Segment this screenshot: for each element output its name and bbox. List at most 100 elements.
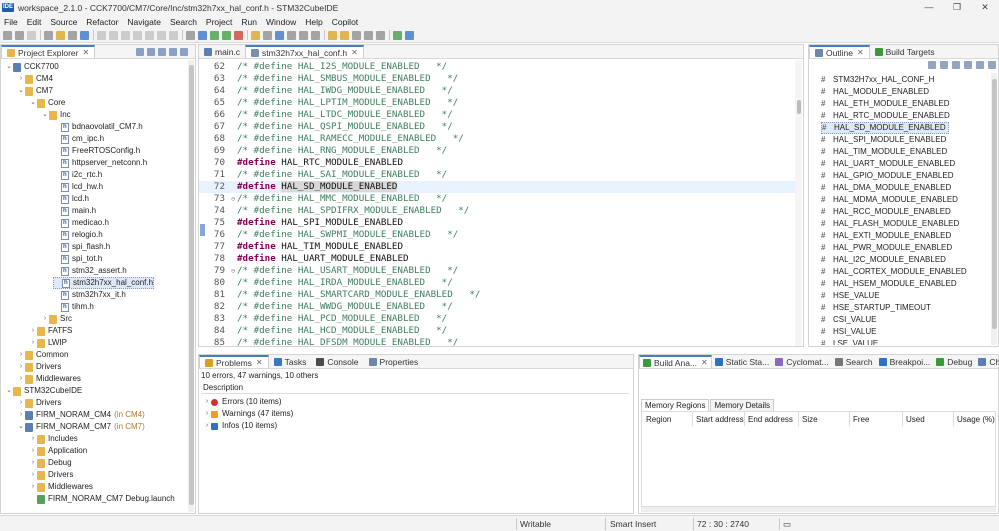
- tree-item[interactable]: › CM4: [17, 73, 53, 85]
- chevron-right-icon[interactable]: ›: [17, 409, 25, 421]
- debug-config-icon[interactable]: [80, 30, 89, 40]
- chevron-right-icon[interactable]: ›: [29, 445, 37, 457]
- tree-item[interactable]: ⌄ CM7: [17, 85, 53, 97]
- sort-icon[interactable]: [928, 61, 936, 69]
- close-icon[interactable]: ✕: [351, 48, 358, 57]
- code-line[interactable]: 65 /* #define HAL_LPTIM_MODULE_ENABLED */: [199, 97, 797, 109]
- chevron-right-icon[interactable]: ›: [29, 325, 37, 337]
- chevron-right-icon[interactable]: ›: [29, 469, 37, 481]
- menu-navigate[interactable]: Navigate: [127, 17, 161, 27]
- outline-item[interactable]: # HAL_RCC_MODULE_ENABLED: [821, 206, 951, 218]
- code-line[interactable]: 70 #define HAL_RTC_MODULE_ENABLED: [199, 157, 797, 169]
- tree-item[interactable]: › FATFS: [29, 325, 72, 337]
- tree-item[interactable]: ⌄ FIRM_NORAM_CM7 (in CM7): [17, 421, 145, 433]
- close-icon[interactable]: ✕: [701, 358, 708, 367]
- suspend-icon[interactable]: [121, 30, 130, 40]
- code-line[interactable]: 81 /* #define HAL_SMARTCARD_MODULE_ENABLE…: [199, 289, 797, 301]
- editor-scroll-thumb[interactable]: [797, 100, 801, 114]
- code-line[interactable]: 76 /* #define HAL_SWPMI_MODULE_ENABLED */: [199, 229, 797, 241]
- tab-chat[interactable]: Chat: [975, 355, 999, 368]
- tab-project-explorer[interactable]: Project Explorer ✕: [1, 45, 96, 58]
- chevron-right-icon[interactable]: ›: [17, 349, 25, 361]
- code-line[interactable]: 82 /* #define HAL_WWDG_MODULE_ENABLED */: [199, 301, 797, 313]
- column-header-region[interactable]: Region: [646, 414, 671, 426]
- outline-item[interactable]: # CSI_VALUE: [821, 314, 876, 326]
- tab-static-sta-[interactable]: Static Sta...: [712, 355, 772, 368]
- chevron-right-icon[interactable]: ›: [29, 337, 37, 349]
- chevron-right-icon[interactable]: ›: [17, 397, 25, 409]
- toggle-mark-occurrences-icon[interactable]: [275, 30, 284, 40]
- tree-item[interactable]: FreeRTOSConfig.h: [53, 145, 140, 157]
- code-line[interactable]: 83 /* #define HAL_PCD_MODULE_ENABLED */: [199, 313, 797, 325]
- tab-breakpoi-[interactable]: Breakpoi...: [876, 355, 934, 368]
- tab-build-ana-[interactable]: Build Ana... ✕: [639, 355, 712, 368]
- code-line[interactable]: 62 /* #define HAL_I2S_MODULE_ENABLED */: [199, 61, 797, 73]
- tab-tasks[interactable]: Tasks: [269, 355, 312, 368]
- step-into-icon[interactable]: [145, 30, 154, 40]
- column-header-usage-[interactable]: Usage (%): [957, 414, 995, 426]
- menu-refactor[interactable]: Refactor: [86, 17, 118, 27]
- back-icon[interactable]: [364, 30, 373, 40]
- resume-icon[interactable]: [109, 30, 118, 40]
- tree-item[interactable]: cm_ipc.h: [53, 133, 104, 145]
- chevron-right-icon[interactable]: ›: [29, 481, 37, 493]
- menu-copilot[interactable]: Copilot: [332, 17, 358, 27]
- tab-problems[interactable]: Problems ✕: [199, 355, 269, 368]
- code-line[interactable]: 80 /* #define HAL_IRDA_MODULE_ENABLED */: [199, 277, 797, 289]
- close-button[interactable]: ✕: [971, 0, 999, 15]
- terminate-icon[interactable]: [133, 30, 142, 40]
- view-menu-icon[interactable]: [169, 47, 177, 56]
- menu-project[interactable]: Project: [206, 17, 232, 27]
- code-line[interactable]: 63 /* #define HAL_SMBUS_MODULE_ENABLED */: [199, 73, 797, 85]
- tree-item[interactable]: ⌄ Inc: [41, 109, 71, 121]
- step-over-icon[interactable]: [157, 30, 166, 40]
- step-return-icon[interactable]: [169, 30, 178, 40]
- outline-item[interactable]: # HAL_SD_MODULE_ENABLED: [821, 122, 949, 134]
- minimize-view-icon[interactable]: [180, 47, 188, 56]
- tree-item[interactable]: › Common: [17, 349, 68, 361]
- outline-item[interactable]: # LSE_VALUE: [821, 338, 878, 345]
- memory-gauge-icon[interactable]: ▭: [783, 516, 791, 531]
- search-icon[interactable]: [263, 30, 272, 40]
- menu-file[interactable]: File: [4, 17, 18, 27]
- tree-item[interactable]: main.h: [53, 205, 96, 217]
- tab-console[interactable]: Console: [311, 355, 363, 368]
- tab-memory-details[interactable]: Memory Details: [710, 399, 775, 411]
- outline-item[interactable]: # STM32H7xx_HAL_CONF_H: [821, 74, 934, 86]
- tree-item[interactable]: › LWIP: [29, 337, 67, 349]
- tree-item[interactable]: spi_tot.h: [53, 253, 102, 265]
- description-column-header[interactable]: Description: [201, 382, 629, 394]
- tree-item[interactable]: › Middlewares: [17, 373, 81, 385]
- menu-source[interactable]: Source: [50, 17, 77, 27]
- filter-icon[interactable]: [158, 47, 166, 56]
- word-wrap-icon[interactable]: [287, 30, 296, 40]
- chevron-right-icon[interactable]: ›: [17, 361, 25, 373]
- chevron-right-icon[interactable]: ›: [17, 73, 25, 85]
- outline-item[interactable]: # HAL_DMA_MODULE_ENABLED: [821, 182, 951, 194]
- tree-item[interactable]: › Middlewares: [29, 481, 93, 493]
- hide-includes-icon[interactable]: [976, 61, 984, 69]
- external-tools-icon[interactable]: [234, 30, 243, 40]
- last-edit-icon[interactable]: [352, 30, 361, 40]
- code-line[interactable]: 72 #define HAL_SD_MODULE_ENABLED: [199, 181, 797, 193]
- outline-item[interactable]: # HAL_TIM_MODULE_ENABLED: [821, 146, 947, 158]
- outline-item[interactable]: # HAL_HSEM_MODULE_ENABLED: [821, 278, 957, 290]
- previous-annotation-icon[interactable]: [340, 30, 349, 40]
- tree-item[interactable]: › Debug: [29, 457, 72, 469]
- code-line[interactable]: 73 ⊖/* #define HAL_MMC_MODULE_ENABLED */: [199, 193, 797, 205]
- build-config-icon[interactable]: [68, 30, 77, 40]
- tab-build-targets[interactable]: Build Targets: [870, 45, 940, 58]
- tree-item[interactable]: lcd_hw.h: [53, 181, 103, 193]
- column-header-start-address[interactable]: Start address: [696, 414, 744, 426]
- tree-item[interactable]: ⌄ CCK7700: [5, 61, 59, 73]
- tab-cyclomat-[interactable]: Cyclomat...: [772, 355, 832, 368]
- device-config-icon[interactable]: [198, 30, 207, 40]
- minimize-button[interactable]: —: [915, 0, 943, 15]
- hide-nonpublic-icon[interactable]: [964, 61, 972, 69]
- hide-fields-icon[interactable]: [940, 61, 948, 69]
- tree-item[interactable]: › Src: [41, 313, 72, 325]
- open-perspective-icon[interactable]: [393, 30, 402, 40]
- code-line[interactable]: 74 /* #define HAL_SPDIFRX_MODULE_ENABLED …: [199, 205, 797, 217]
- new-icon[interactable]: [3, 30, 12, 40]
- outline-item[interactable]: # HAL_FLASH_MODULE_ENABLED: [821, 218, 959, 230]
